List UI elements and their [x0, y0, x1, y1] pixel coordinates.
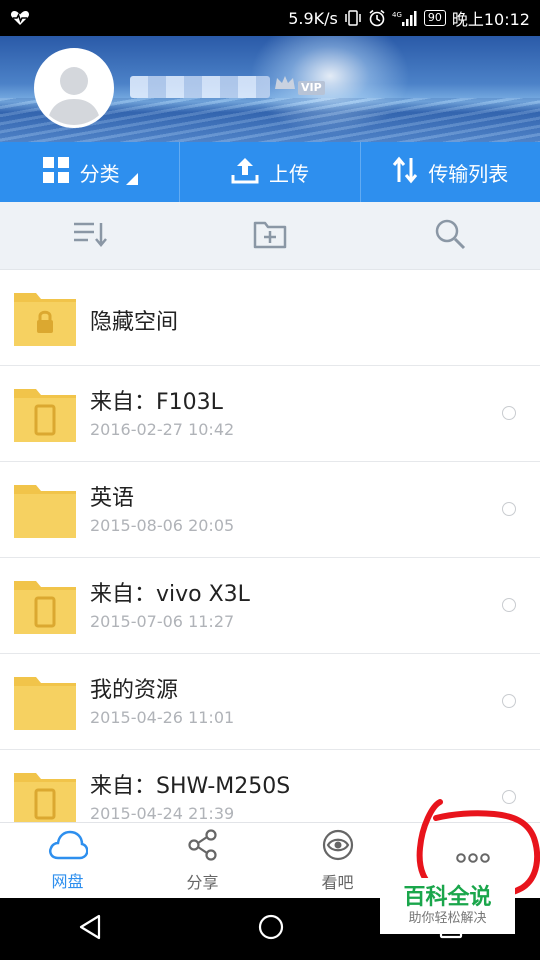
list-item[interactable]: 来自：F103L 2016-02-27 10:42	[0, 366, 540, 462]
category-button[interactable]: 分类	[0, 142, 179, 202]
list-item[interactable]: 我的资源 2015-04-26 11:01	[0, 654, 540, 750]
upload-button[interactable]: 上传	[179, 142, 359, 202]
file-date: 2015-07-06 11:27	[90, 612, 235, 631]
file-name: 英语	[90, 486, 135, 511]
locked-folder-icon	[14, 290, 76, 346]
category-label: 分类	[79, 161, 120, 186]
file-date: 2015-04-26 11:01	[90, 708, 235, 727]
home-icon[interactable]	[257, 913, 285, 945]
nav-share[interactable]: 分享	[135, 823, 270, 898]
vip-label: VIP	[298, 81, 325, 95]
more-icon	[455, 849, 491, 868]
file-date: 2015-08-06 20:05	[90, 516, 235, 535]
folder-icon	[14, 482, 76, 538]
share-icon	[187, 828, 218, 865]
file-list: 隐藏空间 来自：F103L 2016-02-27 10:42 英语 2015-0…	[0, 270, 540, 822]
nav-label: 分享	[186, 872, 219, 892]
health-icon	[10, 10, 30, 26]
list-item[interactable]: 来自：vivo X3L 2015-07-06 11:27	[0, 558, 540, 654]
select-radio[interactable]	[502, 598, 516, 612]
transfer-list-label: 传输列表	[428, 161, 509, 186]
vibrate-icon	[344, 10, 362, 26]
device-folder-icon	[14, 578, 76, 634]
nav-label: 网盘	[51, 871, 84, 891]
nav-label: 看吧	[321, 872, 354, 892]
file-name: 来自：F103L	[90, 390, 223, 415]
select-radio[interactable]	[502, 502, 516, 516]
list-item[interactable]: 英语 2015-08-06 20:05	[0, 462, 540, 558]
alarm-icon	[368, 9, 386, 27]
vip-badge[interactable]: VIP	[274, 74, 325, 96]
file-toolbar	[0, 202, 540, 270]
status-bar: 5.9K/s 4G 90 晚上10:12	[0, 0, 540, 36]
upload-icon	[231, 156, 259, 189]
svg-text:4G: 4G	[392, 11, 402, 19]
file-name: 我的资源	[90, 678, 179, 703]
watermark-sub: 助你轻松解决	[408, 911, 487, 926]
eye-icon	[322, 829, 354, 865]
select-radio[interactable]	[502, 406, 516, 420]
file-date: 2016-02-27 10:42	[90, 420, 235, 439]
search-button[interactable]	[360, 202, 540, 269]
list-item[interactable]: 隐藏空间	[0, 270, 540, 366]
file-name: 隐藏空间	[90, 310, 179, 335]
action-bar: 分类 上传 传输列表	[0, 142, 540, 202]
username-blurred	[130, 76, 270, 98]
crown-icon	[274, 74, 296, 96]
clock: 晚上10:12	[451, 10, 530, 29]
new-folder-button[interactable]	[180, 202, 360, 269]
file-name: 来自：SHW-M250S	[90, 774, 291, 799]
select-radio[interactable]	[502, 694, 516, 708]
folder-icon	[14, 674, 76, 730]
file-date: 2015-04-24 21:39	[90, 804, 235, 822]
search-icon	[434, 218, 466, 254]
app-screen: 5.9K/s 4G 90 晚上10:12 VIP 分类 上传 传输列表 隐藏空间…	[0, 0, 540, 960]
upload-label: 上传	[268, 161, 309, 186]
cloud-icon	[48, 830, 88, 864]
file-name: 来自：vivo X3L	[90, 582, 250, 607]
network-speed: 5.9K/s	[288, 8, 338, 28]
list-item[interactable]: 来自：SHW-M250S 2015-04-24 21:39	[0, 750, 540, 822]
new-folder-icon	[253, 219, 287, 253]
watermark-logo: 百科全说 助你轻松解决	[380, 878, 515, 934]
sort-button[interactable]	[0, 202, 180, 269]
transfer-icon	[392, 156, 418, 189]
profile-header: VIP	[0, 36, 540, 142]
battery-indicator: 90	[423, 10, 446, 26]
grid-icon	[42, 156, 70, 189]
avatar-placeholder-icon	[37, 51, 111, 125]
device-folder-icon	[14, 386, 76, 442]
transfer-list-button[interactable]: 传输列表	[359, 142, 540, 202]
signal-icon: 4G	[392, 9, 418, 27]
nav-cloud-disk[interactable]: 网盘	[0, 823, 135, 898]
device-folder-icon	[14, 770, 76, 822]
dropdown-corner-icon	[125, 173, 138, 185]
sort-icon	[72, 220, 108, 252]
back-icon[interactable]	[77, 913, 103, 945]
watermark-main: 百科全说	[403, 885, 492, 910]
avatar[interactable]	[34, 48, 114, 128]
select-radio[interactable]	[502, 790, 516, 804]
